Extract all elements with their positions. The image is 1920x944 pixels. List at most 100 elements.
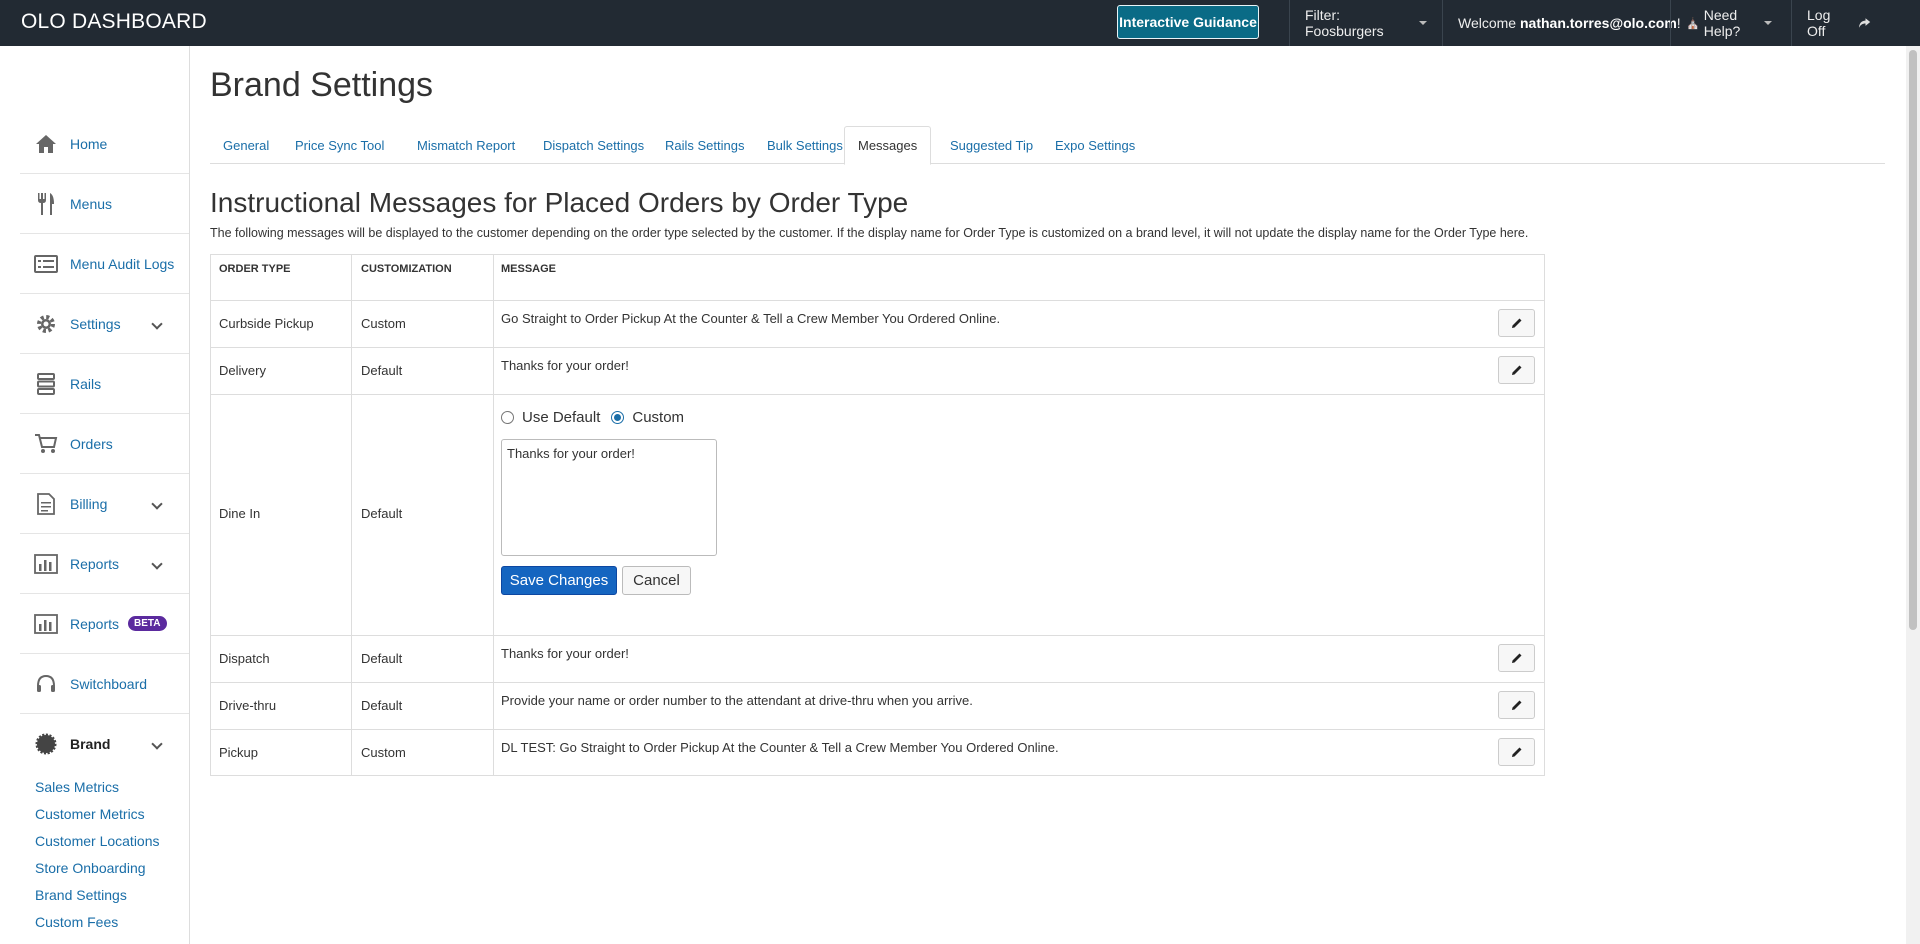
sidebar-item-billing[interactable]: Billing xyxy=(20,474,189,534)
custom-radio[interactable] xyxy=(611,411,625,424)
tab-rails-settings[interactable]: Rails Settings xyxy=(652,126,757,164)
section-heading: Instructional Messages for Placed Orders… xyxy=(210,187,909,218)
cell-message: Go Straight to Order Pickup At the Count… xyxy=(501,311,1001,326)
welcome-prefix: Welcome xyxy=(1458,15,1517,31)
cell-order-type: Dine In xyxy=(219,506,261,521)
help-icon: ⛪ xyxy=(1686,17,1700,30)
sidebar-item-menus[interactable]: Menus xyxy=(20,174,189,234)
tab-suggested-tip[interactable]: Suggested Tip xyxy=(937,126,1046,164)
settings-tabs: General Price Sync Tool Mismatch Report … xyxy=(210,126,1885,165)
gear-icon xyxy=(34,312,58,336)
edit-button[interactable] xyxy=(1498,738,1535,766)
chevron-down-icon xyxy=(151,558,163,570)
sublink-store-onboarding[interactable]: Store Onboarding xyxy=(35,860,146,876)
cell-order-type: Delivery xyxy=(219,363,266,378)
sidebar-item-settings[interactable]: Settings xyxy=(20,294,189,354)
home-icon xyxy=(34,132,58,156)
sidebar-item-reports-beta[interactable]: Reports BETA xyxy=(20,594,189,654)
pencil-icon xyxy=(1511,700,1521,710)
sublink-sales-metrics[interactable]: Sales Metrics xyxy=(35,779,119,795)
custom-message-textarea[interactable]: Thanks for your order! xyxy=(501,439,717,556)
edit-button[interactable] xyxy=(1498,309,1535,337)
sidebar-item-switchboard[interactable]: Switchboard xyxy=(20,654,189,714)
custom-label[interactable]: Custom xyxy=(632,409,684,426)
caret-down-icon xyxy=(1419,21,1427,25)
sidebar-item-label: Brand xyxy=(70,736,111,752)
sidebar-item-label: Menus xyxy=(70,195,113,212)
cell-order-type: Curbside Pickup xyxy=(219,316,314,331)
sidebar-item-reports[interactable]: Reports xyxy=(20,534,189,594)
cell-message: Thanks for your order! xyxy=(501,358,629,373)
cell-message: DL TEST: Go Straight to Order Pickup At … xyxy=(501,740,1059,755)
badge-icon xyxy=(34,732,58,756)
sidebar-item-label: Switchboard xyxy=(70,675,148,692)
cell-message: Provide your name or order number to the… xyxy=(501,693,973,708)
cell-customization: Default xyxy=(361,506,403,521)
messages-table: ORDER TYPE CUSTOMIZATION MESSAGE Curbsid… xyxy=(210,254,1545,776)
sublink-custom-fees[interactable]: Custom Fees xyxy=(35,914,118,930)
bar-chart-icon xyxy=(34,552,58,576)
brand-filter-dropdown[interactable]: Filter: Foosburgers xyxy=(1289,0,1442,46)
tab-messages[interactable]: Messages xyxy=(844,126,932,165)
use-default-label[interactable]: Use Default xyxy=(522,409,600,426)
tab-bulk-settings[interactable]: Bulk Settings xyxy=(754,126,856,164)
cell-message: Thanks for your order! xyxy=(501,646,629,661)
list-icon xyxy=(34,252,58,276)
share-arrow-icon xyxy=(1858,18,1871,28)
sidebar-item-brand[interactable]: Brand xyxy=(20,714,189,774)
page-title: Brand Settings xyxy=(210,66,434,104)
tab-price-sync-tool[interactable]: Price Sync Tool xyxy=(282,126,397,164)
column-divider xyxy=(493,255,494,775)
sublink-brand-settings[interactable]: Brand Settings xyxy=(35,887,127,903)
cell-customization: Custom xyxy=(361,745,406,760)
chevron-down-icon xyxy=(151,318,163,330)
header-order-type: ORDER TYPE xyxy=(219,263,291,275)
sidebar-item-label: Reports xyxy=(70,615,120,632)
tab-expo-settings[interactable]: Expo Settings xyxy=(1042,126,1148,164)
sidebar-item-label: Billing xyxy=(70,495,108,512)
edit-button[interactable] xyxy=(1498,356,1535,384)
section-description: The following messages will be displayed… xyxy=(210,226,1529,240)
username: nathan.torres@olo.com xyxy=(1519,15,1677,31)
cell-order-type: Pickup xyxy=(219,745,259,760)
rails-icon xyxy=(34,372,58,396)
cell-customization: Custom xyxy=(361,316,406,331)
utensils-icon xyxy=(34,192,58,216)
header-customization: CUSTOMIZATION xyxy=(361,263,452,275)
tab-dispatch-settings[interactable]: Dispatch Settings xyxy=(530,126,657,164)
sidebar-item-label: Settings xyxy=(70,315,121,332)
use-default-radio[interactable] xyxy=(501,411,514,424)
edit-button[interactable] xyxy=(1498,644,1535,672)
tab-mismatch-report[interactable]: Mismatch Report xyxy=(404,126,528,164)
sidebar-item-menu-audit-logs[interactable]: Menu Audit Logs xyxy=(20,234,189,294)
cell-customization: Default xyxy=(361,651,403,666)
beta-badge: BETA xyxy=(128,616,167,631)
top-navbar: OLO DASHBOARD Interactive Guidance Filte… xyxy=(0,0,1920,46)
save-changes-button[interactable]: Save Changes xyxy=(501,566,617,595)
log-off-link[interactable]: Log Off xyxy=(1791,0,1886,46)
row-divider xyxy=(211,682,1544,683)
caret-down-icon xyxy=(1764,21,1772,25)
tab-general[interactable]: General xyxy=(210,126,282,164)
sidebar-item-rails[interactable]: Rails xyxy=(20,354,189,414)
app-title[interactable]: OLO DASHBOARD xyxy=(21,10,207,34)
cell-order-type: Drive-thru xyxy=(219,698,277,713)
sublink-customer-locations[interactable]: Customer Locations xyxy=(35,833,160,849)
header-message: MESSAGE xyxy=(501,263,557,275)
bar-chart-icon xyxy=(34,612,58,636)
row-divider xyxy=(211,347,1544,348)
message-option-group: Use Default Custom xyxy=(501,409,684,426)
cell-customization: Default xyxy=(361,698,403,713)
edit-button[interactable] xyxy=(1498,691,1535,719)
pencil-icon xyxy=(1511,747,1521,757)
interactive-guidance-button[interactable]: Interactive Guidance xyxy=(1117,5,1259,39)
sidebar-item-orders[interactable]: Orders xyxy=(20,414,189,474)
scrollbar-thumb[interactable] xyxy=(1909,50,1917,630)
cell-customization: Default xyxy=(361,363,403,378)
need-help-dropdown[interactable]: ⛪ Need Help? xyxy=(1670,0,1787,46)
log-off-label: Log Off xyxy=(1807,7,1831,39)
cancel-button[interactable]: Cancel xyxy=(622,566,691,595)
welcome-user: Welcome nathan.torres@olo.com! xyxy=(1442,0,1681,46)
sublink-customer-metrics[interactable]: Customer Metrics xyxy=(35,806,145,822)
sidebar-item-home[interactable]: Home xyxy=(20,114,189,174)
